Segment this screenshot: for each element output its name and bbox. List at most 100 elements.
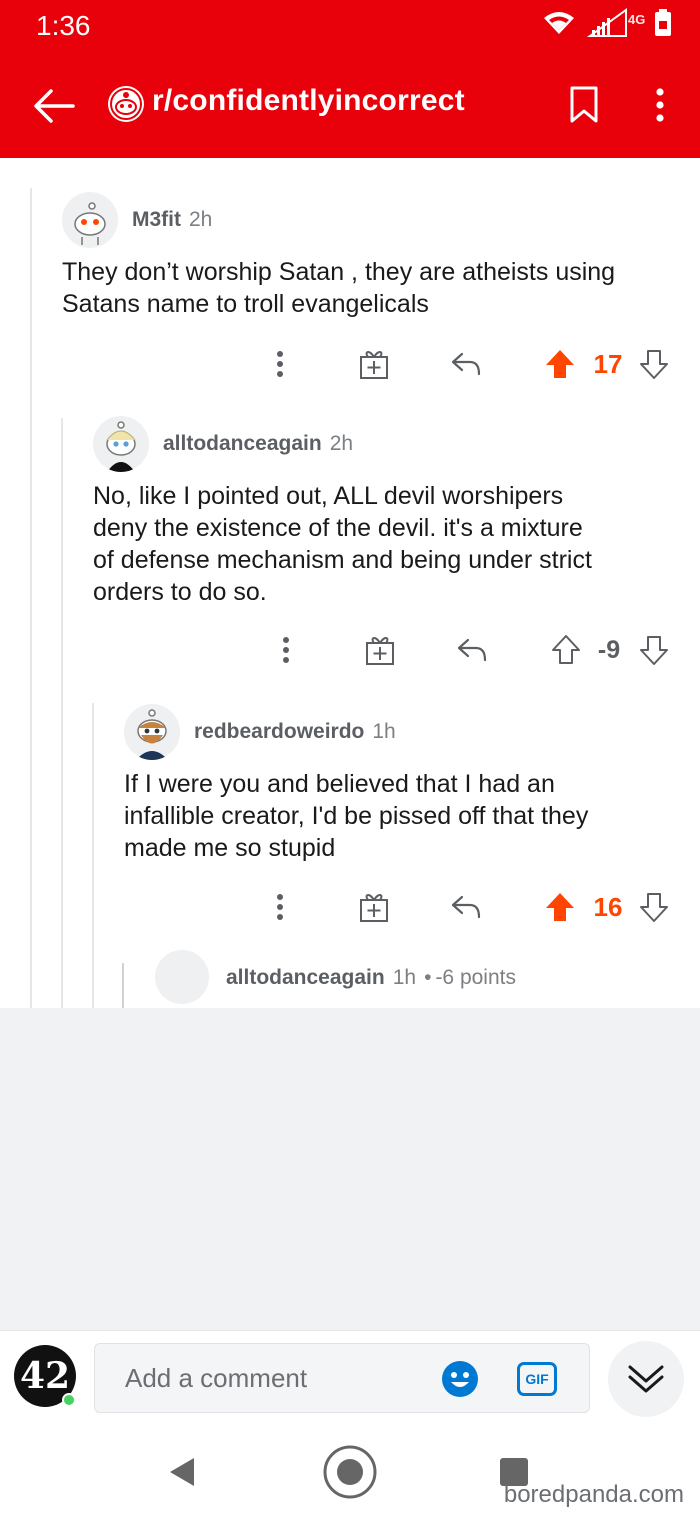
comment-line: made me so stupid (124, 834, 336, 862)
more-vertical-icon (656, 88, 664, 122)
award-button[interactable] (360, 630, 400, 670)
comment-age: 2h (329, 432, 354, 455)
gif-button[interactable]: GIF (517, 1362, 557, 1396)
upvote-arrow-icon (546, 350, 574, 378)
comment-more-button[interactable] (268, 344, 292, 384)
comment-line: orders to do so. (93, 578, 267, 606)
comment-author[interactable]: alltodanceagain (163, 432, 322, 456)
reply-arrow-icon (457, 638, 487, 662)
reply-button[interactable] (452, 630, 492, 670)
comment-actions: 17 (250, 344, 690, 384)
comment-points: -6 points (435, 966, 516, 989)
nav-home-button[interactable] (320, 1444, 380, 1500)
empty-area (0, 1008, 700, 1330)
reply-arrow-icon (451, 895, 481, 919)
comment-age: 1h (392, 966, 417, 989)
system-nav-bar: boredpanda.com (0, 1426, 700, 1517)
comment-line: deny the existence of the devil. it's a … (93, 514, 583, 542)
downvote-button[interactable] (636, 887, 672, 927)
collapse-thread-button[interactable] (608, 1341, 684, 1417)
comment-more-button[interactable] (274, 630, 298, 670)
comment-field-container[interactable]: GIF (94, 1343, 590, 1413)
vote-score: 16 (593, 891, 623, 922)
comment-line: of defense mechanism and being under str… (93, 546, 592, 574)
comment-author[interactable]: redbeardoweirdo (194, 720, 364, 744)
comment-more-button[interactable] (268, 887, 292, 927)
comment-composer: 42 GIF (0, 1330, 700, 1426)
gift-icon (360, 894, 388, 922)
thread-line (61, 418, 63, 1008)
more-vertical-icon (277, 351, 283, 377)
emoji-icon (442, 1361, 478, 1397)
wifi-icon (542, 10, 576, 41)
reply-button[interactable] (446, 344, 486, 384)
more-options-button[interactable] (644, 84, 676, 126)
subreddit-icon[interactable] (106, 84, 146, 124)
online-status-dot (62, 1393, 76, 1407)
comment-meta: alltodanceagain 1h • -6 points (226, 966, 516, 990)
chevron-double-down-icon (628, 1365, 664, 1393)
comment-author[interactable]: alltodanceagain (226, 966, 385, 990)
downvote-arrow-icon (640, 636, 668, 665)
upvote-arrow-icon (546, 893, 574, 921)
downvote-button[interactable] (636, 344, 672, 384)
comment-age: 1h (372, 720, 396, 743)
award-button[interactable] (354, 344, 394, 384)
comment-body: They don’t worship Satan , they are athe… (62, 256, 615, 320)
award-button[interactable] (354, 887, 394, 927)
downvote-arrow-icon (640, 893, 668, 922)
downvote-arrow-icon (640, 350, 668, 379)
gift-icon (366, 637, 394, 665)
reply-arrow-icon (451, 352, 481, 376)
back-button[interactable] (30, 82, 78, 130)
avatar (155, 950, 209, 1004)
comment-thread: M3fit 2h They don’t worship Satan , they… (0, 158, 700, 1008)
avatar[interactable] (93, 416, 149, 472)
nav-back-button[interactable] (152, 1444, 212, 1500)
comment-meta: alltodanceagain 2h (163, 432, 353, 456)
comment-input[interactable] (125, 1344, 425, 1412)
watermark: boredpanda.com (503, 1481, 684, 1508)
bookmark-icon (570, 86, 598, 123)
arrow-left-icon (34, 89, 75, 123)
avatar[interactable] (62, 192, 118, 248)
meta-separator: • (424, 966, 432, 989)
comment-line: They don’t worship Satan , they are athe… (62, 258, 616, 286)
snoo-avatar-icon (74, 202, 106, 245)
comment-line: Satans name to troll evangelicals (62, 290, 429, 318)
vote-score: -9 (597, 635, 621, 664)
comment-body: No, like I pointed out, ALL devil worshi… (93, 480, 592, 608)
triangle-back-icon (170, 1458, 194, 1486)
snoo-avatar-icon (106, 421, 136, 472)
vote-score: 17 (593, 348, 623, 379)
downvote-button[interactable] (636, 630, 672, 670)
collapsed-comment[interactable]: alltodanceagain 1h • -6 points (0, 948, 700, 1008)
more-vertical-icon (283, 637, 289, 663)
comment-meta: M3fit 2h (132, 208, 212, 232)
network-type-label: 4G (628, 12, 646, 27)
upvote-arrow-icon (552, 635, 580, 664)
home-circle-icon (323, 1445, 377, 1499)
comment-body: If I were you and believed that I had an… (124, 768, 588, 864)
status-icons: 4G (542, 8, 672, 43)
comment-line: No, like I pointed out, ALL devil worshi… (93, 482, 564, 510)
comment-meta: redbeardoweirdo 1h (194, 720, 396, 744)
emoji-button[interactable] (441, 1360, 479, 1398)
top-app-bar: 1:36 4G r/confidentlyincorrect (0, 0, 700, 158)
comment-line: infallible creator, I'd be pissed off th… (124, 802, 589, 830)
comment-line: If I were you and believed that I had an (124, 770, 555, 798)
upvote-button[interactable] (546, 630, 586, 670)
reply-button[interactable] (446, 887, 486, 927)
upvote-button[interactable] (540, 344, 580, 384)
save-button[interactable] (566, 84, 602, 126)
status-time: 1:36 (36, 10, 91, 41)
comment-author[interactable]: M3fit (132, 208, 181, 232)
comment-age: 2h (189, 208, 213, 231)
avatar[interactable] (124, 704, 180, 760)
upvote-button[interactable] (540, 887, 580, 927)
comment-actions: 16 (250, 887, 690, 927)
gift-icon (360, 351, 388, 379)
subreddit-title[interactable]: r/confidentlyincorrect (152, 84, 465, 118)
snoo-avatar-icon (136, 709, 168, 760)
battery-icon (654, 9, 672, 42)
